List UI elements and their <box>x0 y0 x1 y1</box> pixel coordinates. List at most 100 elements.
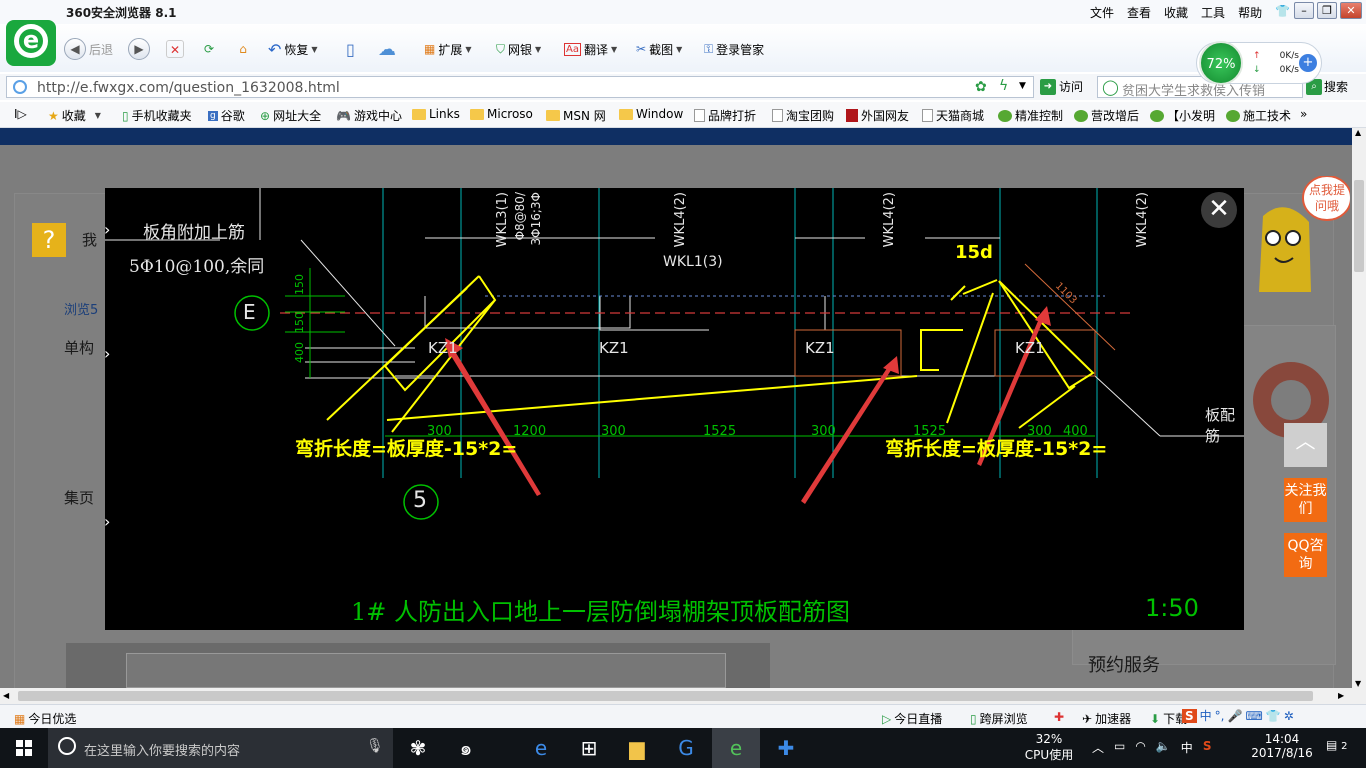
app-swirl-icon[interactable]: ๑ <box>442 728 490 768</box>
nav-arrow-icon[interactable]: › <box>104 220 110 239</box>
translate-button[interactable]: Aa 翻译 ▼ <box>564 38 617 60</box>
chevron-up-icon[interactable]: ︿ <box>1092 739 1104 756</box>
follow-us-button[interactable]: 关注我们 <box>1284 478 1327 522</box>
qq-consult-button[interactable]: QQ咨询 <box>1284 533 1327 577</box>
scroll-down-icon[interactable]: ▼ <box>1355 679 1361 688</box>
extend-button[interactable]: ▦ 扩展 ▼ <box>424 38 472 60</box>
today-live[interactable]: ▷ 今日直播 <box>882 710 942 727</box>
notification-center[interactable]: ▤ 2 <box>1326 738 1348 752</box>
sogou-tray-icon[interactable]: S <box>1203 739 1212 756</box>
close-window-button[interactable]: ✕ <box>1340 2 1362 19</box>
maximize-button[interactable]: ❐ <box>1317 2 1337 19</box>
start-button[interactable] <box>0 728 48 768</box>
vertical-scroll-thumb[interactable] <box>1354 180 1364 272</box>
home-button[interactable]: ⌂ <box>234 38 252 60</box>
fav-item[interactable]: 施工技术 <box>1226 107 1291 124</box>
edge-icon[interactable]: e <box>517 728 565 768</box>
taskbar-search[interactable]: 在这里输入你要搜索的内容 🎙 <box>48 728 393 768</box>
chevron-down-icon[interactable]: ▼ <box>1019 81 1026 91</box>
cross-screen[interactable]: ▯ 跨屏浏览 <box>970 710 1028 727</box>
today-picks[interactable]: ▦ 今日优选 <box>14 710 76 727</box>
menu-favorites[interactable]: 收藏 <box>1164 4 1188 21</box>
fav-item[interactable]: 外国网友 <box>846 107 909 124</box>
visit-button[interactable]: ➜ 访问 <box>1040 78 1083 95</box>
lightning-icon[interactable]: ϟ <box>999 78 1008 94</box>
login-manager-button[interactable]: ⚿ 登录管家 <box>704 38 764 60</box>
fav-item[interactable]: Links <box>412 107 460 121</box>
restore-button[interactable]: ↶ 恢复 ▼ <box>268 38 318 60</box>
menu-help[interactable]: 帮助 <box>1238 4 1262 21</box>
browser-360-icon[interactable]: e <box>712 728 760 768</box>
url-field[interactable]: http://e.fwxgx.com/question_1632008.html… <box>6 76 1034 98</box>
accelerator[interactable]: ✈ 加速器 <box>1082 710 1131 727</box>
fav-item[interactable]: ⊕ 网址大全 <box>260 107 321 124</box>
fav-item[interactable]: 天猫商城 <box>922 107 984 124</box>
fav-item[interactable]: MSN 网 <box>546 107 606 124</box>
nav-arrow-icon[interactable]: › <box>104 512 110 531</box>
fav-item[interactable]: Microso <box>470 107 533 121</box>
vertical-scrollbar[interactable]: ▲ ▼ <box>1352 128 1366 688</box>
ime-indicator[interactable]: 中 <box>1181 739 1193 756</box>
kz-label: KZ1 <box>805 339 835 357</box>
clock[interactable]: 14:04 2017/8/16 <box>1246 732 1318 760</box>
menu-file[interactable]: 文件 <box>1090 4 1114 21</box>
fav-collect[interactable]: ★ 收藏 ▼ <box>48 107 101 124</box>
scroll-top-button[interactable]: ︿ <box>1284 423 1327 467</box>
network-icon[interactable]: ▭ <box>1114 739 1125 756</box>
fav-item[interactable]: 【小发明 <box>1150 107 1215 124</box>
volume-icon[interactable]: 🔈 <box>1156 739 1171 756</box>
security-icon[interactable]: ✿ <box>975 79 987 95</box>
file-explorer-icon[interactable]: ▆ <box>613 728 661 768</box>
menu-view[interactable]: 查看 <box>1127 4 1151 21</box>
scroll-up-icon[interactable]: ▲ <box>1355 128 1361 137</box>
url-text: http://e.fwxgx.com/question_1632008.html <box>37 80 340 96</box>
fav-item[interactable]: 🎮 游戏中心 <box>336 107 402 124</box>
cloud-button[interactable]: ☁ <box>378 38 396 60</box>
fav-item[interactable]: 精准控制 <box>998 107 1063 124</box>
drawing-title: 1# 人防出入口地上一层防倒塌棚架顶板配筋图 <box>351 598 851 626</box>
cpu-usage[interactable]: 32% CPU使用 <box>1020 732 1078 763</box>
scroll-left-icon[interactable]: ◀ <box>3 691 9 700</box>
minimize-button[interactable]: – <box>1294 2 1314 19</box>
menu-tools[interactable]: 工具 <box>1201 4 1225 21</box>
windows-icon <box>16 740 32 756</box>
fav-item[interactable]: Window <box>619 107 683 121</box>
refresh-button[interactable]: ⟳ <box>200 38 218 60</box>
help-mascot[interactable]: 点我提问哦 <box>1245 175 1352 296</box>
wifi-icon[interactable]: ◠ <box>1135 739 1145 756</box>
plus-icon[interactable]: + <box>1299 54 1317 72</box>
fav-item[interactable]: g 谷歌 <box>208 107 245 124</box>
app-cross-icon[interactable]: ✚ <box>762 728 810 768</box>
scroll-right-icon[interactable]: ▶ <box>1338 691 1344 700</box>
forward-arrow-icon: ▶ <box>128 38 150 60</box>
stop-icon: ✕ <box>166 40 184 58</box>
shirt-icon[interactable]: 👕 <box>1275 4 1290 21</box>
close-lightbox-button[interactable]: ✕ <box>1201 192 1237 228</box>
bank-button[interactable]: ⛉ 网银 ▼ <box>496 38 541 60</box>
app-g-icon[interactable]: G <box>662 728 710 768</box>
fav-item[interactable]: 营改增后 <box>1074 107 1139 124</box>
mic-icon[interactable]: 🎙 <box>366 738 384 754</box>
phone-button[interactable]: ▯ <box>346 38 355 60</box>
fav-item[interactable]: ▯ 手机收藏夹 <box>122 107 192 124</box>
nav-arrow-icon[interactable]: › <box>104 344 110 363</box>
fav-item[interactable]: 淘宝团购 <box>772 107 834 124</box>
horizontal-scroll-thumb[interactable] <box>18 691 1313 701</box>
store-icon[interactable]: ⊞ <box>565 728 613 768</box>
page-icon <box>13 80 27 94</box>
bg-label: 浏览5 <box>64 303 99 318</box>
stop-button[interactable]: ✕ <box>166 38 184 60</box>
network-speed-widget[interactable]: 72% ↑ 0K/s ↓ 0K/s + <box>1196 41 1322 85</box>
medical-icon[interactable]: ✚ <box>1054 710 1064 724</box>
bank-label: 网银 <box>508 42 533 57</box>
toggle-sidebar-icon[interactable]: I▷ <box>14 107 27 121</box>
horizontal-scrollbar[interactable]: ◀ ▶ <box>0 688 1366 704</box>
more-favorites-icon[interactable]: » <box>1300 107 1307 121</box>
browser-logo[interactable]: e <box>6 20 56 66</box>
forward-button[interactable]: ▶ <box>128 38 150 60</box>
back-button[interactable]: ◀ 后退 <box>64 38 113 60</box>
app-pinwheel-icon[interactable]: ✾ <box>394 728 442 768</box>
screenshot-button[interactable]: ✂ 截图 ▼ <box>636 38 682 60</box>
fav-item[interactable]: 品牌打折 <box>694 107 756 124</box>
ime-toolbar[interactable]: S 中 °, 🎤 ⌨ 👕 ✲ <box>1182 707 1294 724</box>
